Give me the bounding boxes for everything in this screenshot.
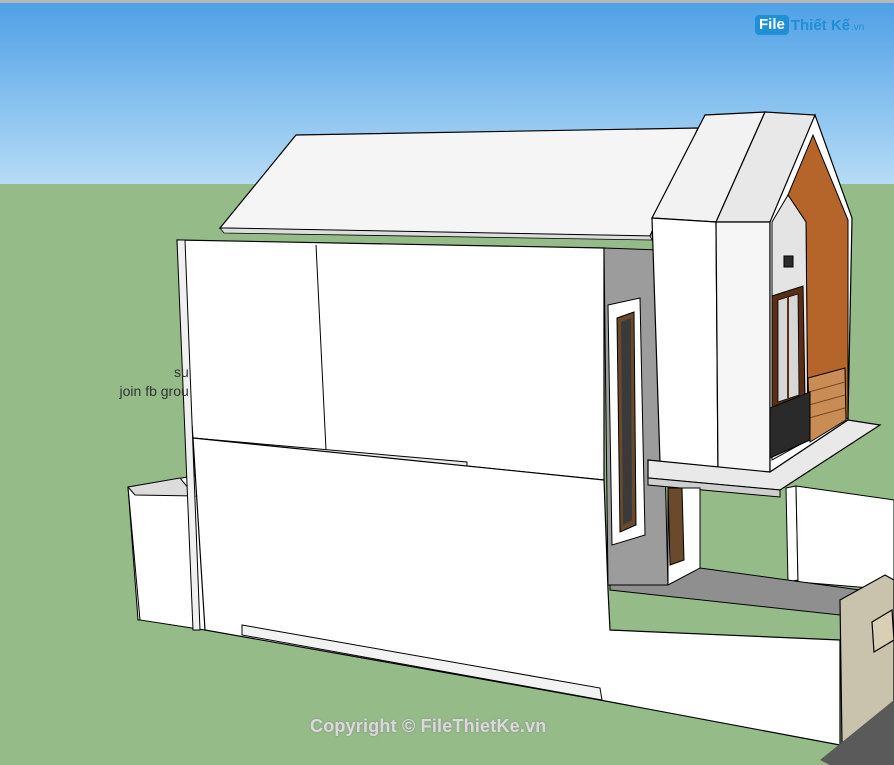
porch-right-wall: [795, 485, 894, 591]
site-logo: File Thiết Kế .vn: [755, 12, 864, 38]
logo-text: Thiết Kế: [790, 16, 851, 34]
logo-tld: .vn: [851, 22, 865, 33]
copyright-watermark: Copyright © FileThietKe.vn: [310, 716, 547, 736]
wall-lamp: [783, 255, 794, 268]
annotation-line-2: join fb grou: [119, 383, 189, 399]
annotation-line-1: su: [174, 364, 189, 380]
pavilion-front-frame: [715, 221, 771, 473]
main-roof-plane: [218, 127, 699, 237]
logo-file-badge: File: [755, 15, 789, 35]
annotation-text: su join fb grou: [106, 363, 189, 401]
pavilion-side-wall: [651, 217, 719, 473]
porch-door: [667, 487, 685, 566]
